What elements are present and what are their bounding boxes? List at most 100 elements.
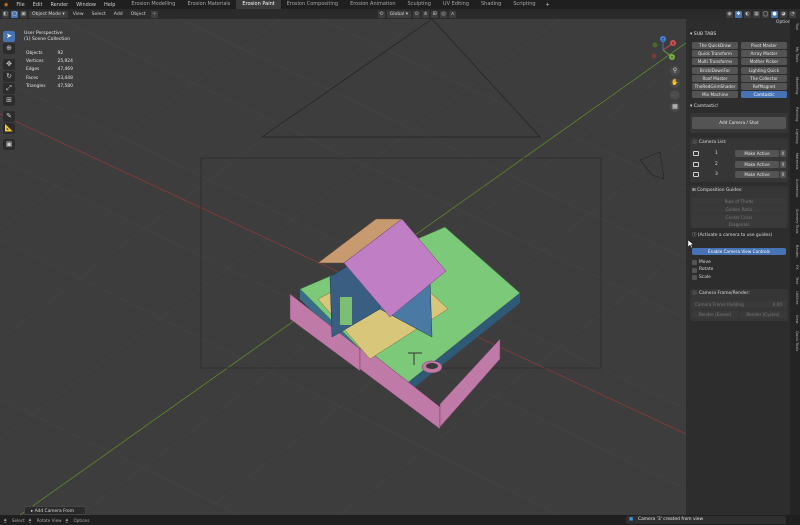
overlays-icon[interactable]: ◐ bbox=[744, 10, 751, 18]
workspace-tab-3[interactable]: Erosion Compositing bbox=[281, 0, 344, 9]
mode-dropdown[interactable]: Object Mode ▾ bbox=[29, 10, 68, 18]
material-preview-icon[interactable]: ◕ bbox=[780, 10, 787, 18]
sidebar-tab[interactable]: My Tools bbox=[791, 47, 799, 62]
xray-icon[interactable]: ▦ bbox=[753, 10, 760, 18]
sidebar-tab[interactable]: FX bbox=[791, 265, 799, 270]
sub-tab-button[interactable]: Multi Transforms bbox=[692, 58, 738, 66]
composition-guide-button[interactable]: Rule of Thirds bbox=[692, 198, 786, 205]
editor-type-icon[interactable]: ◧ bbox=[2, 10, 9, 18]
sub-tab-button[interactable]: Camtastic bbox=[741, 91, 787, 99]
wireframe-icon[interactable]: ◯ bbox=[762, 10, 769, 18]
workspace-tab-7[interactable]: Shading bbox=[475, 0, 507, 9]
orientation-icon[interactable]: ⟲ bbox=[377, 10, 385, 18]
falloff-icon[interactable]: ∧ bbox=[449, 10, 457, 18]
sub-tab-button[interactable]: Roof Master bbox=[692, 74, 738, 82]
navigation-gizmo[interactable]: X Y Z bbox=[648, 35, 678, 65]
move-tool-icon[interactable]: ✥ bbox=[3, 59, 15, 70]
sub-tab-button[interactable]: TheRedGrimShader bbox=[692, 83, 738, 90]
annotate-tool-icon[interactable]: ✎ bbox=[3, 111, 15, 122]
composition-guide-button[interactable]: Diagonals bbox=[692, 221, 786, 229]
measure-tool-icon[interactable]: 📐 bbox=[3, 123, 15, 134]
sub-tab-button[interactable]: Mix Machine bbox=[692, 91, 738, 99]
composition-guide-button[interactable]: Center Cross bbox=[692, 213, 786, 221]
blender-logo-icon[interactable]: ◉ bbox=[0, 2, 12, 8]
add-camera-from-view-operator[interactable]: ▸ Add Camera From View bbox=[24, 506, 86, 523]
select-extend-icon[interactable]: ▣ bbox=[20, 10, 27, 18]
sidebar-tab[interactable]: Quick Tools bbox=[791, 331, 799, 351]
workspace-tab-8[interactable]: Scripting bbox=[507, 0, 541, 9]
sidebar-tab[interactable]: Painting bbox=[791, 107, 799, 121]
remove-camera-button[interactable]: X bbox=[780, 150, 786, 157]
menu-add[interactable]: Add bbox=[111, 11, 126, 18]
add-workspace-icon[interactable]: + bbox=[542, 2, 554, 8]
pan-hand-icon[interactable]: ✋ bbox=[670, 78, 680, 88]
make-active-button[interactable]: Make Active bbox=[735, 171, 779, 178]
house-model[interactable] bbox=[289, 218, 521, 430]
pivot-point-icon[interactable]: ⊙ bbox=[413, 10, 421, 18]
composition-guide-button[interactable]: Golden Ratio bbox=[692, 205, 786, 213]
proportional-edit-icon[interactable]: ◎ bbox=[440, 10, 448, 18]
menu-help[interactable]: Help bbox=[100, 2, 119, 8]
scale-tool-icon[interactable]: ⤢ bbox=[3, 83, 15, 94]
sidebar-tab[interactable]: View bbox=[791, 315, 799, 324]
select-box-icon[interactable]: ▢ bbox=[11, 10, 18, 18]
ortho-grid-icon[interactable]: ▦ bbox=[670, 102, 680, 112]
rendered-shading-icon[interactable]: ◔ bbox=[789, 10, 796, 18]
sidebar-tab[interactable]: Materials bbox=[791, 153, 799, 169]
menu-window[interactable]: Window bbox=[72, 2, 100, 8]
sub-tab-button[interactable]: Mother Picker bbox=[741, 58, 787, 66]
pivot-icon[interactable]: ⊹ bbox=[150, 10, 158, 18]
menu-object[interactable]: Object bbox=[128, 11, 149, 18]
workspace-tab-4[interactable]: Erosion Animation bbox=[344, 0, 401, 9]
sub-tab-button[interactable]: BrickIDownFor bbox=[692, 66, 738, 74]
sub-tab-button[interactable]: RefMagnet bbox=[741, 83, 787, 90]
sidebar-tab[interactable]: Scenery Tools bbox=[791, 209, 799, 234]
transform-tool-icon[interactable]: ⊞ bbox=[3, 95, 15, 106]
3d-viewport[interactable]: ➤ ⊕ ✥ ↻ ⤢ ⊞ ✎ 📐 ▣ User Perspective (1) S… bbox=[0, 19, 686, 515]
render-cycles-button[interactable]: Render (Cycles) bbox=[740, 311, 786, 318]
sub-tab-button[interactable]: Lighting Quick bbox=[741, 66, 787, 74]
menu-view[interactable]: View bbox=[70, 11, 87, 18]
sidebar-tab[interactable]: Lighting bbox=[791, 129, 799, 144]
sub-tab-button[interactable]: The Collector bbox=[741, 74, 787, 82]
enable-camera-view-controls-button[interactable]: Enable Camera View Controls bbox=[692, 248, 786, 255]
make-active-button[interactable]: Make Active bbox=[735, 160, 779, 168]
remove-camera-button[interactable]: X bbox=[780, 160, 786, 168]
render-eevee-button[interactable]: Render (Eevee) bbox=[692, 311, 738, 318]
sub-tab-button[interactable]: Quick Transform bbox=[692, 50, 738, 58]
workspace-tab-5[interactable]: Sculpting bbox=[402, 0, 437, 9]
control-checkbox[interactable] bbox=[692, 275, 697, 280]
visibility-icon[interactable]: ◉ bbox=[726, 10, 733, 18]
sub-tab-button[interactable]: The QuickDraw bbox=[692, 42, 738, 49]
menu-edit[interactable]: Edit bbox=[29, 2, 47, 8]
add-camera-shot-button[interactable]: Add Camera / Shot bbox=[692, 117, 786, 129]
camera-view-icon[interactable]: 🎥 bbox=[670, 90, 680, 100]
sidebar-tab[interactable]: Animation bbox=[791, 179, 799, 197]
gizmo-icon[interactable]: ✥ bbox=[735, 10, 742, 18]
control-checkbox[interactable] bbox=[692, 267, 697, 273]
workspace-tab-6[interactable]: UV Editing bbox=[437, 0, 475, 9]
control-checkbox[interactable] bbox=[692, 260, 697, 265]
cursor-tool-icon[interactable]: ⊕ bbox=[3, 43, 15, 54]
sub-tab-button[interactable]: Pivot Master bbox=[741, 42, 787, 49]
add-cube-tool-icon[interactable]: ▣ bbox=[3, 139, 15, 150]
rotate-tool-icon[interactable]: ↻ bbox=[3, 71, 15, 82]
solid-shading-icon[interactable]: ● bbox=[771, 10, 778, 18]
camera-frame-padding-slider[interactable]: Camera Frame Padding 0.00 bbox=[692, 301, 786, 308]
sidebar-tab[interactable]: Text bbox=[791, 277, 799, 284]
transform-orientation-dropdown[interactable]: Global ▾ bbox=[386, 10, 412, 18]
zoom-icon[interactable]: ⚲ bbox=[670, 66, 680, 76]
sidebar-tab[interactable]: Utilities bbox=[791, 291, 799, 305]
sidebar-tab[interactable]: Tool bbox=[791, 23, 799, 30]
remove-camera-button[interactable]: X bbox=[780, 171, 786, 178]
snap-icon[interactable]: ⋔ bbox=[422, 10, 430, 18]
workspace-tab-1[interactable]: Erosion Materials bbox=[181, 0, 236, 9]
menu-file[interactable]: File bbox=[12, 2, 28, 8]
sidebar-tab[interactable]: Modelling bbox=[791, 77, 799, 94]
select-tool-icon[interactable]: ➤ bbox=[3, 31, 15, 42]
snap-target-icon[interactable]: ⊞ bbox=[431, 10, 439, 18]
make-active-button[interactable]: Make Active bbox=[735, 150, 779, 157]
sidebar-tab[interactable]: Render bbox=[791, 245, 799, 258]
sub-tab-button[interactable]: Array Master bbox=[741, 50, 787, 58]
workspace-tab-2[interactable]: Erosion Paint bbox=[236, 0, 281, 9]
